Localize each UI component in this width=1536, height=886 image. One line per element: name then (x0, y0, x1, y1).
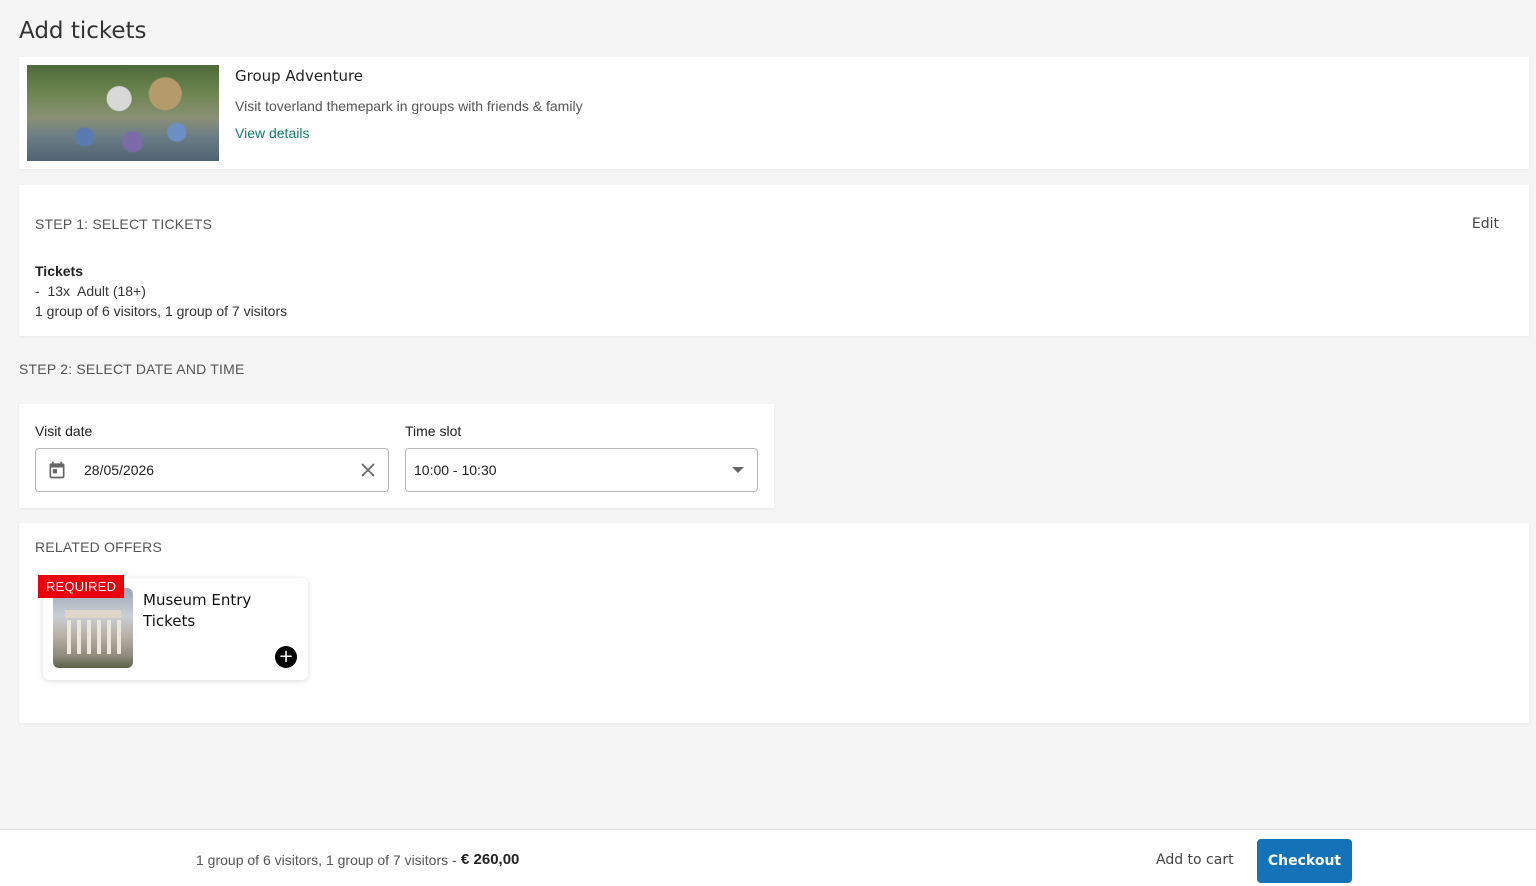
product-image (27, 65, 219, 161)
offer-title: Museum Entry Tickets (143, 591, 252, 630)
product-name: Group Adventure (235, 67, 364, 85)
offer-image (53, 588, 133, 668)
required-badge: REQUIRED (38, 575, 125, 598)
visit-date-value: 28/05/2026 (84, 462, 155, 478)
footer-price: € 260,00 (461, 851, 520, 868)
footer-summary: 1 group of 6 visitors, 1 group of 7 visi… (196, 852, 449, 868)
plus-icon: + (278, 646, 294, 667)
footer-bar: 1 group of 6 visitors, 1 group of 7 visi… (0, 829, 1536, 886)
product-description: Visit toverland themepark in groups with… (235, 98, 583, 114)
chevron-down-icon (732, 467, 744, 473)
related-offers-card: RELATED OFFERS Museum Entry Tickets + RE… (19, 523, 1529, 723)
add-offer-button[interactable]: + (275, 646, 297, 668)
step2-heading: STEP 2: SELECT DATE AND TIME (19, 361, 245, 377)
clear-icon[interactable] (359, 461, 377, 479)
tickets-label: Tickets (35, 263, 83, 279)
time-slot-label: Time slot (405, 423, 462, 439)
date-time-card: Visit date 28/05/2026 Time slot 10:00 - … (19, 404, 774, 508)
page-title: Add tickets (19, 18, 147, 44)
calendar-icon[interactable] (47, 460, 67, 480)
footer-separator: - (452, 852, 457, 868)
time-slot-select[interactable]: 10:00 - 10:30 (405, 448, 758, 492)
product-card: Group Adventure Visit toverland themepar… (19, 57, 1529, 169)
visit-date-label: Visit date (35, 423, 93, 439)
visit-date-field[interactable]: 28/05/2026 (35, 448, 389, 492)
add-to-cart-button[interactable]: Add to cart (1156, 852, 1234, 868)
step1-heading: STEP 1: SELECT TICKETS (35, 216, 213, 232)
edit-button[interactable]: Edit (1472, 216, 1499, 232)
ticket-line: - 13x Adult (18+) (35, 283, 146, 299)
checkout-button[interactable]: Checkout (1257, 839, 1352, 883)
time-slot-value: 10:00 - 10:30 (414, 462, 497, 478)
view-details-link[interactable]: View details (235, 125, 309, 141)
related-offers-heading: RELATED OFFERS (35, 539, 163, 555)
groups-line: 1 group of 6 visitors, 1 group of 7 visi… (35, 303, 288, 319)
step1-card: STEP 1: SELECT TICKETS Edit Tickets - 13… (19, 185, 1529, 336)
